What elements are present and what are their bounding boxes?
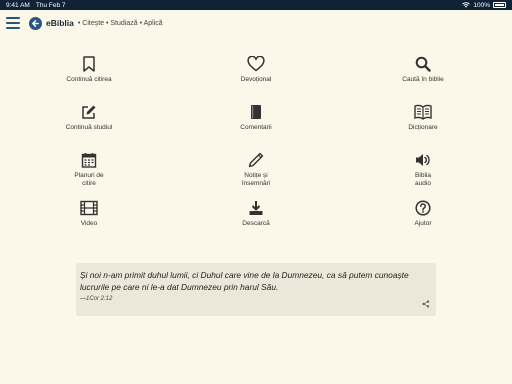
menu-item-help[interactable]: Ajutor bbox=[378, 199, 468, 228]
app-title: eBiblia bbox=[46, 18, 74, 28]
battery-icon bbox=[493, 2, 506, 8]
search-icon bbox=[414, 55, 432, 73]
speaker-icon bbox=[414, 151, 432, 169]
menu-item-label: Notițe și însemnări bbox=[241, 172, 271, 187]
menu-item-search-bible[interactable]: Caută în biblie bbox=[378, 55, 468, 84]
menu-item-continue-study[interactable]: Continuă studiul bbox=[44, 103, 134, 132]
menu-item-label: Ajutor bbox=[414, 220, 432, 227]
menu-item-label: Video bbox=[80, 220, 98, 227]
download-icon bbox=[247, 199, 265, 217]
wifi-icon bbox=[462, 2, 471, 8]
menu-row: Planuri de citire Notițe și însemnări Bi… bbox=[0, 151, 512, 199]
app-header: eBiblia • Citește • Studiază • Aplică bbox=[0, 10, 512, 36]
book-icon bbox=[247, 103, 265, 121]
share-icon[interactable] bbox=[422, 300, 430, 308]
menu-item-commentaries[interactable]: Comentarii bbox=[211, 103, 301, 132]
arrow-left-icon bbox=[32, 19, 39, 27]
status-date: Thu Feb 7 bbox=[35, 1, 66, 9]
menu-item-label: Dicționare bbox=[408, 124, 438, 131]
app-subtitle: • Citește • Studiază • Aplică bbox=[77, 19, 163, 27]
help-icon bbox=[414, 199, 432, 217]
menu-item-video[interactable]: Video bbox=[44, 199, 134, 228]
calendar-icon bbox=[80, 151, 98, 169]
menu-item-label: Continuă studiul bbox=[65, 124, 113, 131]
status-right: 100% bbox=[462, 2, 506, 9]
hamburger-menu-button[interactable] bbox=[6, 17, 20, 29]
open-book-icon bbox=[414, 103, 432, 121]
menu-item-continue-reading[interactable]: Continuă citirea bbox=[44, 55, 134, 84]
verse-of-the-day-card: Și noi n-am primit duhul lumii, ci Duhul… bbox=[76, 263, 436, 316]
verse-reference: —1Cor 2:12 bbox=[80, 296, 113, 302]
film-icon bbox=[80, 199, 98, 217]
verse-text: Și noi n-am primit duhul lumii, ci Duhul… bbox=[80, 270, 409, 292]
menu-item-label: Biblia audio bbox=[415, 172, 431, 187]
main-menu-grid: Continuă citirea Devoțional Caută în bib… bbox=[0, 55, 512, 247]
menu-item-label: Caută în biblie bbox=[402, 76, 444, 83]
menu-item-label: Continuă citirea bbox=[66, 76, 112, 83]
menu-item-notes[interactable]: Notițe și însemnări bbox=[211, 151, 301, 188]
menu-row: Continuă studiul Comentarii Dicționare bbox=[0, 103, 512, 151]
pencil-icon bbox=[247, 151, 265, 169]
edit-icon bbox=[80, 103, 98, 121]
menu-row: Continuă citirea Devoțional Caută în bib… bbox=[0, 55, 512, 103]
battery-percent: 100% bbox=[473, 1, 490, 9]
heart-icon bbox=[247, 55, 265, 73]
menu-item-label: Planuri de citire bbox=[74, 172, 104, 187]
back-button[interactable] bbox=[29, 16, 42, 30]
menu-item-download[interactable]: Descarcă bbox=[211, 199, 301, 228]
status-time: 9:41 AM bbox=[6, 1, 30, 9]
menu-item-reading-plans[interactable]: Planuri de citire bbox=[44, 151, 134, 188]
menu-item-devotional[interactable]: Devoțional bbox=[211, 55, 301, 84]
menu-item-label: Descarcă bbox=[242, 220, 270, 227]
menu-item-label: Comentarii bbox=[240, 124, 272, 131]
menu-item-label: Devoțional bbox=[240, 76, 272, 83]
menu-item-dictionaries[interactable]: Dicționare bbox=[378, 103, 468, 132]
menu-item-audio-bible[interactable]: Biblia audio bbox=[378, 151, 468, 188]
bookmark-icon bbox=[80, 55, 98, 73]
status-bar: 9:41 AM Thu Feb 7 100% bbox=[0, 0, 512, 10]
menu-row: Video Descarcă Ajutor bbox=[0, 199, 512, 247]
